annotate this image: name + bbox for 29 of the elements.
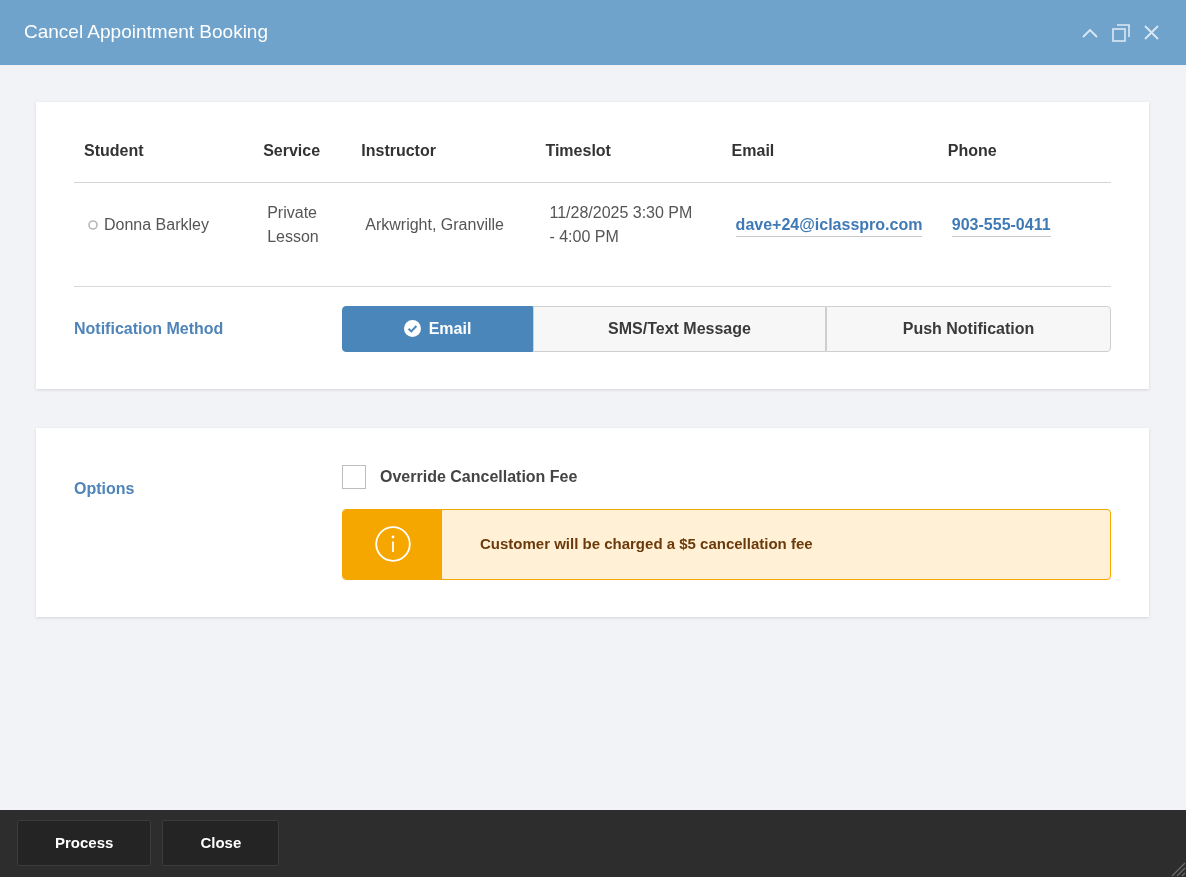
footer-button[interactable]: Close — [162, 820, 280, 866]
column-header: Phone — [946, 141, 997, 161]
instructor-cell-text: Arkwright, Granville — [365, 214, 505, 235]
info-icon — [374, 526, 411, 562]
phone-link[interactable]: 903-555-0411 — [951, 213, 1051, 237]
chevron-up-icon[interactable] — [1082, 27, 1098, 38]
column-header: Student — [83, 141, 144, 161]
column-header: Instructor — [360, 141, 436, 161]
notification-option-tab[interactable]: Push Notification — [826, 305, 1111, 352]
checkbox[interactable] — [342, 464, 366, 489]
column-header: Timeslot — [544, 141, 611, 161]
notification-option-tab[interactable]: SMS/Text Message — [533, 305, 826, 352]
student-name: Donna Barkley — [104, 214, 209, 235]
service-cell-text: Private Lesson — [267, 202, 320, 247]
footer-button[interactable]: Process — [17, 820, 152, 866]
timeslot-cell-text: 11/28/2025 3:30 PM - 4:00 PM — [549, 202, 694, 247]
window-title: Cancel Appointment Booking — [24, 20, 268, 45]
options-label: Options — [74, 479, 135, 497]
status-ring-icon — [88, 219, 98, 230]
column-header: Email — [730, 141, 775, 161]
check-circle-icon — [403, 320, 421, 337]
close-icon[interactable] — [1144, 25, 1159, 40]
alert-text: Customer will be charged a $5 cancellation fee — [480, 533, 813, 554]
email-link[interactable]: dave+24@iclasspro.com — [735, 213, 923, 237]
restore-icon[interactable] — [1112, 23, 1130, 42]
notification-method-label: Notification Method — [74, 319, 224, 337]
checkbox-label: Override Cancellation Fee — [380, 466, 578, 487]
notification-option-tab[interactable]: Email — [342, 305, 533, 352]
column-header: Service — [262, 141, 321, 161]
